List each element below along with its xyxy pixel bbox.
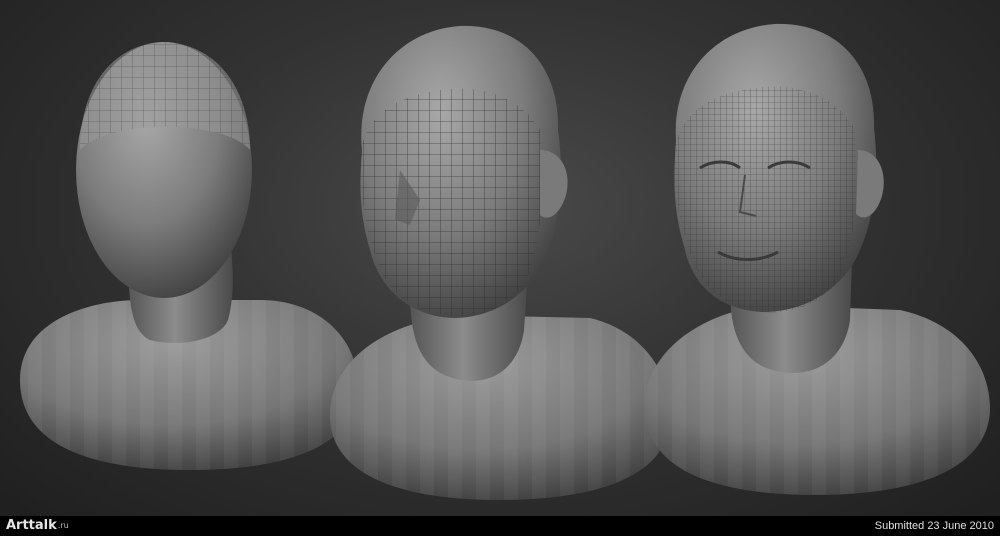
bust-final <box>644 23 990 495</box>
sculpt-render <box>20 23 990 500</box>
bust-base <box>20 42 359 470</box>
submitted-date: Submitted 23 June 2010 <box>874 520 994 532</box>
bust-mid <box>329 25 671 500</box>
logo-text: Arttalk <box>6 518 57 533</box>
logo-domain: .ru <box>57 521 69 530</box>
footer-bar: Arttalk .ru Submitted 23 June 2010 <box>0 516 1000 536</box>
site-logo[interactable]: Arttalk .ru <box>6 518 69 534</box>
render-canvas <box>0 0 1000 516</box>
